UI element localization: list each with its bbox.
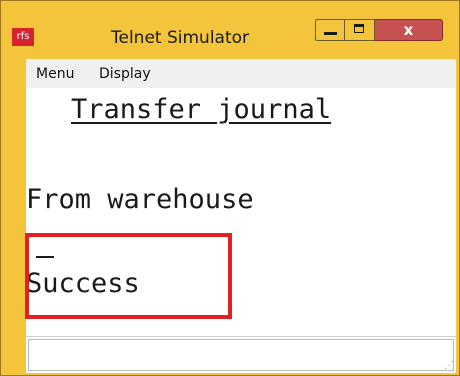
maximize-button[interactable] — [345, 19, 375, 41]
close-button[interactable]: x — [375, 19, 443, 41]
menu-item-display[interactable]: Display — [99, 66, 151, 82]
minimize-icon — [324, 32, 337, 35]
highlight-box — [25, 233, 232, 319]
client-area: Menu Display Transfer journal From wareh… — [25, 59, 456, 373]
menu-item-menu[interactable]: Menu — [36, 66, 74, 82]
minimize-button[interactable] — [315, 19, 345, 41]
window-title: Telnet Simulator — [111, 28, 250, 48]
menu-bar: Menu Display — [26, 59, 456, 88]
divider — [26, 336, 456, 337]
terminal-screen[interactable]: Transfer journal From warehouse Success — [25, 88, 456, 336]
title-bar[interactable]: rfs Telnet Simulator x — [1, 1, 459, 59]
telnet-simulator-window: rfs Telnet Simulator x Menu Display Tran… — [0, 0, 460, 376]
screen-heading: Transfer journal — [71, 94, 332, 125]
command-input[interactable] — [28, 339, 454, 371]
prompt-line: From warehouse — [26, 184, 254, 215]
app-icon: rfs — [12, 28, 34, 46]
maximize-icon — [354, 24, 364, 33]
resize-grip-icon[interactable]: ⋰ — [444, 360, 454, 371]
close-icon: x — [403, 21, 414, 39]
